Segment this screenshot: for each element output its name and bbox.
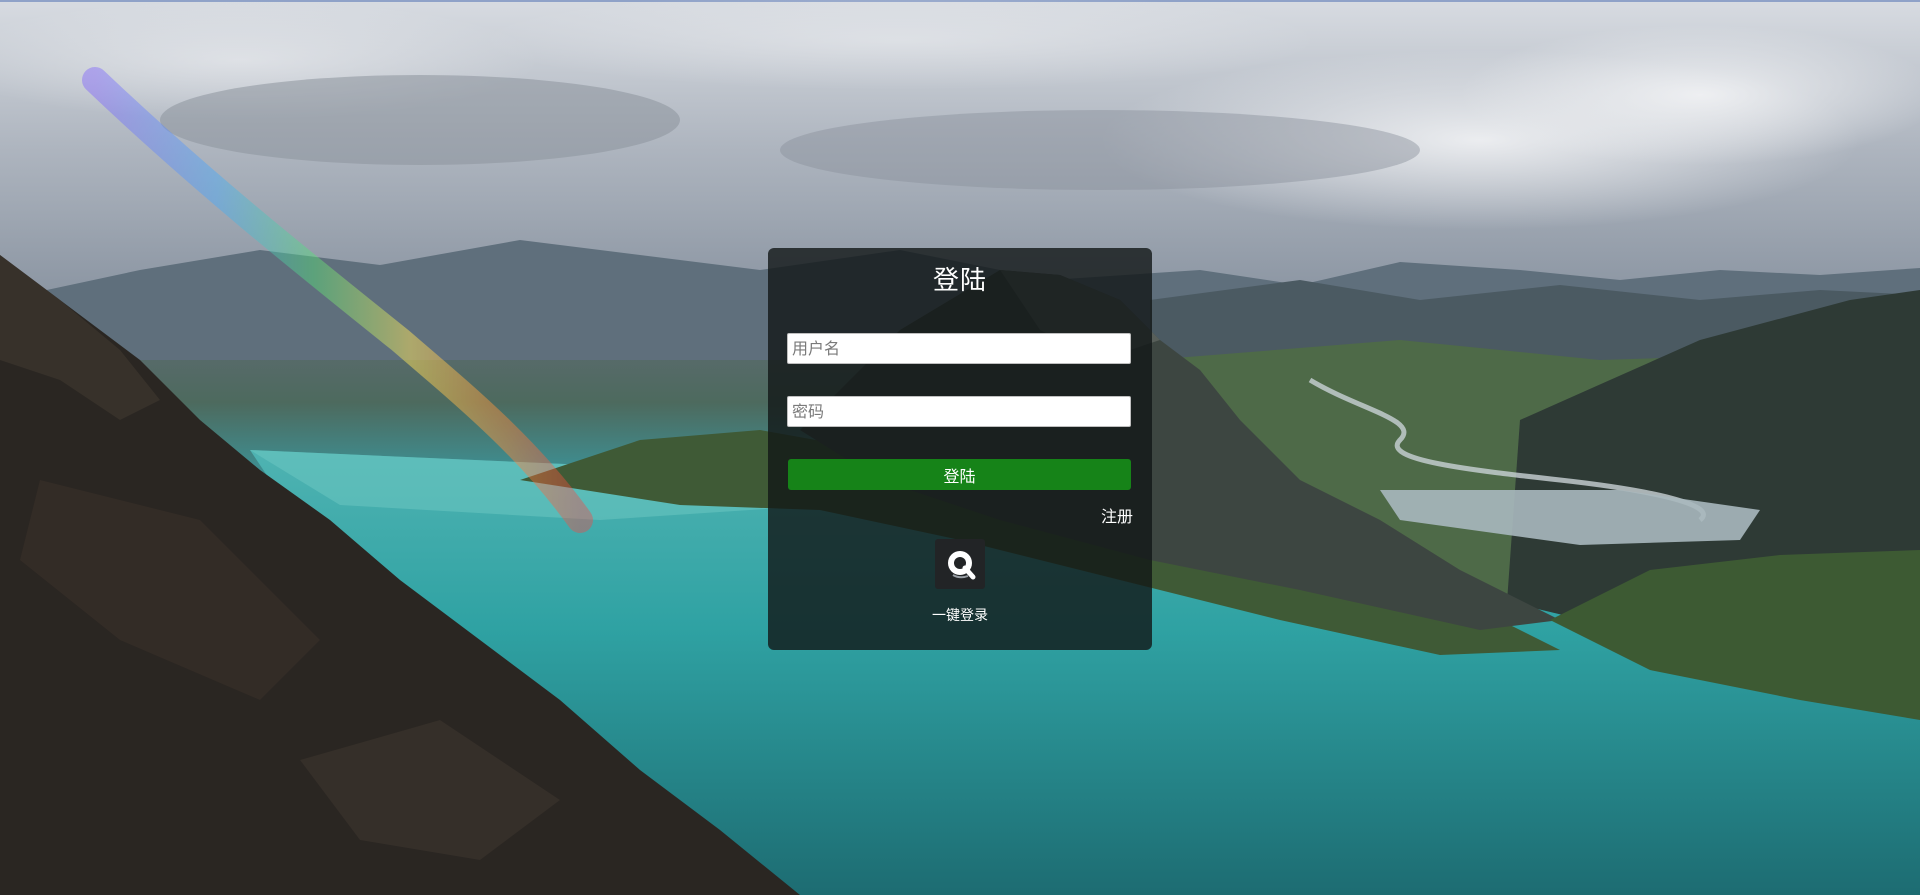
login-button[interactable]: 登陆 [788, 459, 1131, 490]
qq-login-icon [948, 551, 976, 580]
login-title: 登陆 [932, 266, 987, 296]
username-input[interactable] [787, 333, 1131, 364]
oneclick-login-label: 一键登录 [932, 608, 988, 624]
qq-login-button[interactable] [935, 539, 985, 589]
register-link[interactable]: 注册 [1101, 506, 1133, 528]
login-page: 登陆 登陆 注册 一键登录 [0, 0, 1920, 895]
password-input[interactable] [787, 396, 1131, 427]
login-panel: 登陆 登陆 注册 一键登录 [768, 248, 1152, 650]
